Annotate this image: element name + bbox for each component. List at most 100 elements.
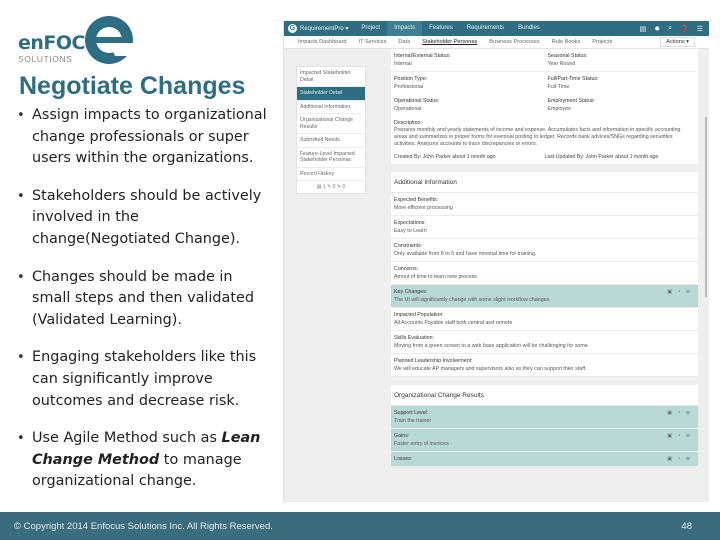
nav-requirements[interactable]: Requirements — [460, 21, 511, 36]
record-meta: Created By: John Parker about 1 month ag… — [391, 152, 698, 164]
sidebar-item-record-history[interactable]: Record History — [297, 168, 365, 181]
detail-row: Internal/External Status: Internal Season… — [391, 49, 698, 72]
menu-icon[interactable]: ☰ — [697, 25, 703, 33]
field-value: Faster entry of invoices — [394, 440, 449, 447]
field-row: Skills Evaluation: Moving from a green sc… — [391, 331, 698, 354]
field-label: Key Changes: — [394, 288, 428, 295]
bullet-item: Changes should be made in small steps an… — [14, 267, 272, 332]
field-label: Constraints: — [394, 242, 423, 249]
nav-impacts[interactable]: Impacts — [387, 21, 423, 36]
additional-fields: Expected Benefits: More efficient process… — [391, 193, 698, 377]
row-action-icons[interactable]: ▣ ◔ ⊖ — [667, 289, 692, 295]
field-value: Professional — [394, 84, 424, 90]
field-value: Full-Time — [547, 84, 570, 90]
field-label: Seasonal Status: — [547, 53, 588, 59]
sidebar-counts: ▤ 1 ✎ 0 ✎ 0 — [316, 184, 346, 190]
sidebar-item-organizational-change-results[interactable]: Organizational Change Results — [297, 114, 365, 134]
row-action-icons[interactable]: ▣ ◔ ⊖ — [667, 433, 692, 439]
field-row: Expectations: Easy to Learn — [391, 216, 698, 239]
updated-by: Last Updated By: John Parker about 1 mon… — [544, 153, 659, 160]
nav-bundles[interactable]: Bundles — [511, 21, 547, 36]
field-row: Planned Leadership Involvement: We will e… — [391, 354, 698, 377]
field-row: Concerns: Amout of time to learn new proc… — [391, 262, 698, 285]
field-label: Expected Benefits: — [394, 196, 439, 203]
field-label: Full/Part-Time Status: — [547, 76, 599, 82]
field-row: Impacted Population: All Accounts Payable… — [391, 308, 698, 331]
subnav-projects[interactable]: Projects — [586, 39, 618, 45]
created-by: Created By: John Parker about 1 month ag… — [394, 153, 496, 160]
row-action-icons[interactable]: ▣ ◔ ⊖ — [667, 456, 692, 462]
section-heading: Organizational Change Results — [391, 385, 698, 406]
field-label: Losses: — [394, 455, 413, 462]
enfocus-logo: enFOCUS SOLUTIONS — [16, 12, 136, 72]
sidebar-item-feature-level-personas[interactable]: Feature-Level Impacted Stakeholder Perso… — [297, 148, 365, 168]
field-label: Employment Status: — [547, 98, 595, 104]
sidebar-item-additional-information[interactable]: Additional Information — [297, 101, 365, 114]
actions-dropdown[interactable]: Actions ▾ — [660, 37, 695, 47]
field-label: Internal/External Status: — [394, 53, 451, 59]
field-value: Year Round — [547, 61, 576, 67]
search-icon[interactable]: ⌕ — [668, 25, 672, 33]
field-label: Position Type: — [394, 76, 428, 82]
field-row: Support Level: Train the trainer ▣ ◔ ⊖ — [391, 405, 698, 429]
field-label: Planned Leadership Involvement: — [394, 357, 473, 364]
navbar-icons: ▤ ✹ ⌕ ❓ ☰ — [640, 25, 709, 33]
detail-row: Operational Status: Operational Employmen… — [391, 94, 698, 116]
row-action-icons[interactable]: ▣ ◔ ⊖ — [667, 410, 692, 416]
slide-footer: © Copyright 2014 Enfocus Solutions Inc. … — [0, 512, 720, 540]
brand-menu[interactable]: G RequirementPro ▾ — [284, 24, 354, 33]
field-value: Operational — [394, 106, 422, 112]
field-value: Internal — [394, 61, 412, 67]
main-content: Internal/External Status: Internal Season… — [391, 49, 698, 475]
field-value: Amout of time to learn new process — [394, 273, 478, 280]
brand-label: RequirementPro ▾ — [300, 26, 349, 32]
stakeholder-detail-card: Internal/External Status: Internal Season… — [391, 49, 698, 164]
field-value: The UI will significantly change with so… — [394, 296, 550, 303]
field-row: Expected Benefits: More efficient process… — [391, 193, 698, 216]
page-number: 48 — [681, 521, 692, 532]
field-row: Key Changes: The UI will significantly ch… — [391, 284, 698, 308]
bullet-text: Use Agile Method such as — [32, 430, 222, 447]
field-label: Skills Evaluation: — [394, 334, 435, 341]
field-label: Impacted Population: — [394, 311, 444, 318]
sidebar-item-stakeholder-detail[interactable]: Stakeholder Detail — [297, 87, 365, 101]
nav-features[interactable]: Features — [422, 21, 460, 36]
top-navbar: G RequirementPro ▾ Project Impacts Featu… — [284, 21, 709, 36]
sub-navbar: Impacts Dashboard IT Services Data Stake… — [284, 36, 709, 49]
copyright-text: © Copyright 2014 Enfocus Solutions Inc. … — [14, 520, 273, 532]
logo-e-mark-icon — [85, 16, 136, 64]
field-label: Expectations: — [394, 219, 426, 226]
subnav-business-processes[interactable]: Business Processes — [483, 39, 545, 45]
sidebar-item-submitted-needs[interactable]: Submitted Needs — [297, 134, 365, 148]
help-icon[interactable]: ❓ — [680, 25, 689, 33]
field-value: Prepares monthly and yearly statements o… — [394, 127, 681, 148]
logo-subtitle: SOLUTIONS — [18, 54, 73, 64]
bullet-item: Use Agile Method such as Lean Change Met… — [14, 428, 272, 493]
detail-row: Position Type: Professional Full/Part-Tim… — [391, 72, 698, 94]
bullet-list: Assign impacts to organizational change … — [14, 105, 272, 509]
subnav-rule-books[interactable]: Rule Books — [546, 39, 587, 45]
field-value: Train the trainer — [394, 417, 432, 424]
subnav-data[interactable]: Data — [392, 39, 416, 45]
document-icon[interactable]: ▤ — [640, 25, 647, 33]
additional-information-card: Additional Information Expected Benefits… — [391, 171, 698, 377]
gear-icon[interactable]: ✹ — [654, 25, 660, 33]
subnav-stakeholder-personas[interactable]: Stakeholder Personas — [416, 39, 483, 45]
field-value: We will educate AP managers and supervis… — [394, 365, 587, 372]
field-row: Gains: Faster entry of invoices ▣ ◔ ⊖ — [391, 428, 698, 452]
subnav-it-services[interactable]: IT Services — [353, 39, 393, 45]
section-heading: Additional Information — [391, 172, 698, 193]
brand-logo-icon: G — [288, 24, 297, 33]
field-row: Losses: ▣ ◔ ⊖ — [391, 451, 698, 467]
subnav-impacts-dashboard[interactable]: Impacts Dashboard — [292, 39, 353, 45]
section-sidebar: Impacted Stakeholder Detail Stakeholder … — [296, 66, 366, 194]
sidebar-item-impacted-stakeholder-detail[interactable]: Impacted Stakeholder Detail — [297, 67, 365, 87]
bullet-item: Engaging stakeholders like this can sign… — [14, 347, 272, 412]
nav-project[interactable]: Project — [354, 21, 387, 36]
app-screenshot: G RequirementPro ▾ Project Impacts Featu… — [283, 21, 709, 502]
scrollbar[interactable] — [705, 117, 707, 297]
field-value: Moving from a green screen to a web base… — [394, 342, 590, 349]
field-value: Employee — [547, 106, 572, 112]
field-label: Gains: — [394, 432, 410, 439]
field-label: Operational Status: — [394, 98, 440, 104]
